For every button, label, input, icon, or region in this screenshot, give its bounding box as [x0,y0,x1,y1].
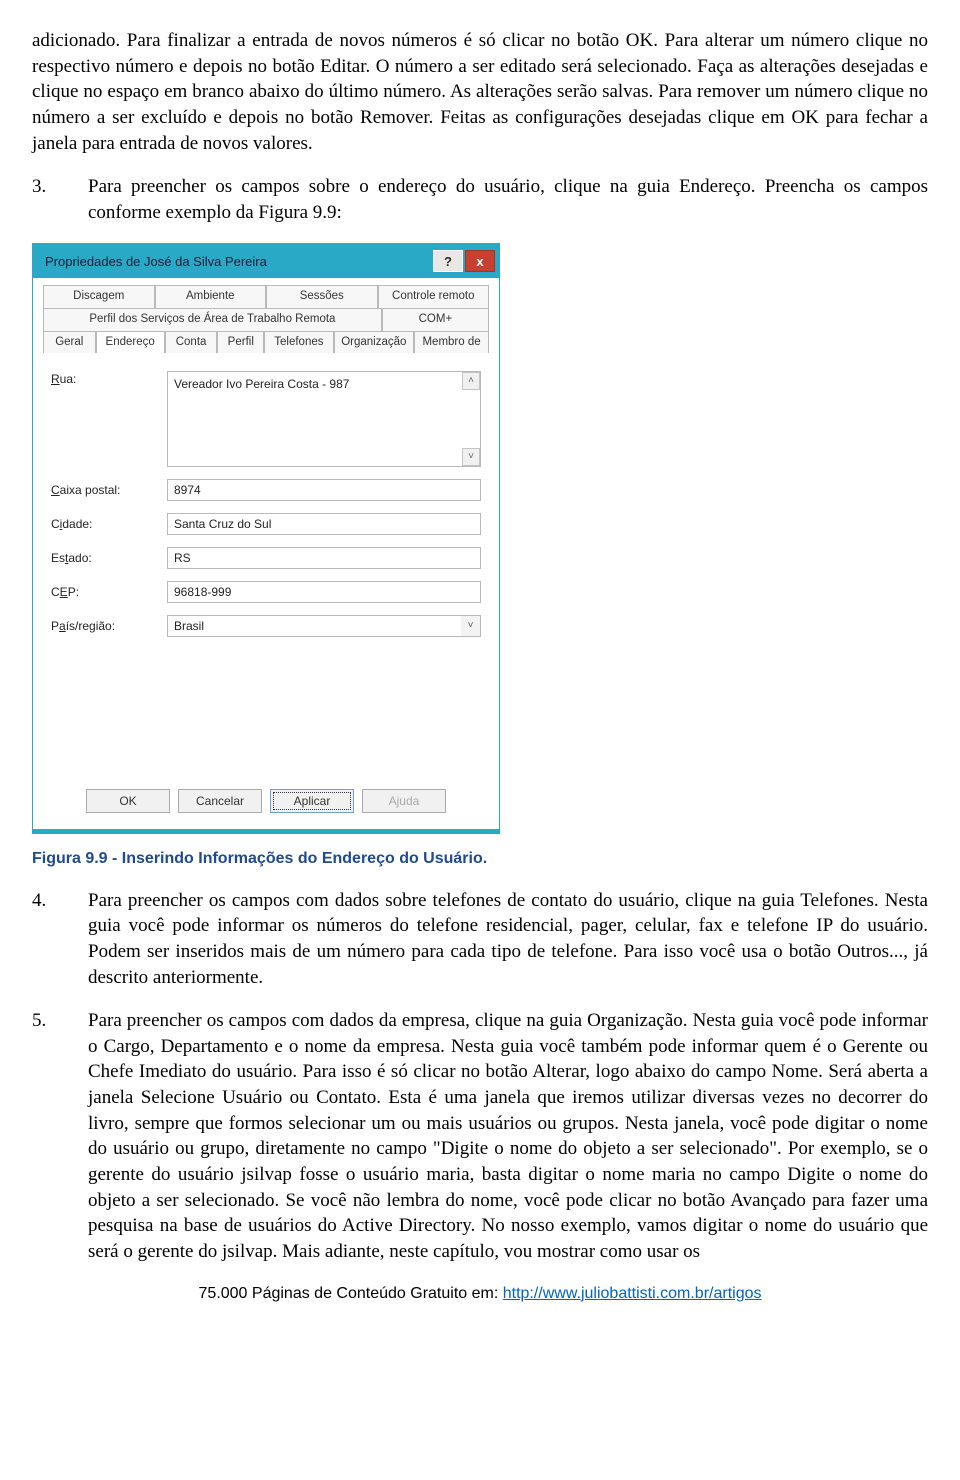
row-cep: CEP: [51,581,481,603]
ok-button[interactable]: OK [86,789,170,813]
dialog-figure: Propriedades de José da Silva Pereira ? … [32,243,928,834]
row-rua: Rua: Vereador Ivo Pereira Costa - 987 ˄ … [51,371,481,467]
input-cidade[interactable] [167,513,481,535]
tab-discagem[interactable]: Discagem [43,285,155,308]
dialog-title: Propriedades de José da Silva Pereira [45,253,431,271]
tab-controle-remoto[interactable]: Controle remoto [378,285,490,308]
item-body: Para preencher os campos sobre o endereç… [88,174,928,225]
footer-link[interactable]: http://www.juliobattisti.com.br/artigos [503,1285,762,1302]
label-estado: Estado: [51,550,167,566]
tab-sessoes[interactable]: Sessões [266,285,378,308]
label-pais: País/região: [51,618,167,634]
label-rua: Rua: [51,371,167,387]
label-caixa-postal: Caixa postal: [51,482,167,498]
tab-perfil[interactable]: Perfil [217,331,264,354]
scroll-down-icon[interactable]: ˅ [462,448,480,466]
row-estado: Estado: [51,547,481,569]
cancel-button[interactable]: Cancelar [178,789,262,813]
body-paragraph: adicionado. Para finalizar a entrada de … [32,28,928,156]
tab-strip: Discagem Ambiente Sessões Controle remot… [43,284,489,353]
item-number: 5. [32,1008,88,1264]
figure-caption: Figura 9.9 - Inserindo Informações do En… [32,848,928,870]
tab-conta[interactable]: Conta [165,331,218,354]
tab-telefones[interactable]: Telefones [264,331,333,354]
input-cep[interactable] [167,581,481,603]
label-cep: CEP: [51,584,167,600]
page-footer: 75.000 Páginas de Conteúdo Gratuito em: … [32,1283,928,1305]
row-cidade: Cidade: [51,513,481,535]
tab-perfil-area-remota[interactable]: Perfil dos Serviços de Área de Trabalho … [43,308,382,331]
titlebar-help-button[interactable]: ? [433,250,463,272]
footer-text: 75.000 Páginas de Conteúdo Gratuito em: [199,1285,503,1302]
tab-ambiente[interactable]: Ambiente [155,285,267,308]
item-body: Para preencher os campos com dados da em… [88,1008,928,1264]
tab-organizacao[interactable]: Organização [334,331,415,354]
dialog-button-row: OK Cancelar Aplicar Ajuda [43,783,489,815]
input-estado[interactable] [167,547,481,569]
label-cidade: Cidade: [51,516,167,532]
input-rua[interactable]: Vereador Ivo Pereira Costa - 987 ˄ ˅ [167,371,481,467]
dialog-body: Discagem Ambiente Sessões Controle remot… [33,278,499,829]
tab-complus[interactable]: COM+ [382,308,489,331]
rua-value: Vereador Ivo Pereira Costa - 987 [174,377,349,391]
row-pais: País/região: ˅ [51,615,481,637]
dialog-titlebar: Propriedades de José da Silva Pereira ? … [33,244,499,278]
tab-membro-de[interactable]: Membro de [414,331,489,354]
tab-geral[interactable]: Geral [43,331,96,354]
chevron-down-icon[interactable]: ˅ [461,615,481,637]
input-pais[interactable] [167,615,481,637]
apply-button[interactable]: Aplicar [270,789,354,813]
input-caixa-postal[interactable] [167,479,481,501]
help-button[interactable]: Ajuda [362,789,446,813]
tab-endereco[interactable]: Endereço [96,331,165,354]
dialog-bottom-border [33,829,499,833]
numbered-item-5: 5. Para preencher os campos com dados da… [32,1008,928,1264]
form-area: Rua: Vereador Ivo Pereira Costa - 987 ˄ … [43,363,489,653]
numbered-item-3: 3. Para preencher os campos sobre o ende… [32,174,928,225]
row-caixa-postal: Caixa postal: [51,479,481,501]
item-body: Para preencher os campos com dados sobre… [88,888,928,991]
scroll-up-icon[interactable]: ˄ [462,372,480,390]
properties-dialog: Propriedades de José da Silva Pereira ? … [32,243,500,834]
numbered-item-4: 4. Para preencher os campos com dados so… [32,888,928,991]
item-number: 4. [32,888,88,991]
titlebar-close-button[interactable]: x [465,250,495,272]
item-number: 3. [32,174,88,225]
